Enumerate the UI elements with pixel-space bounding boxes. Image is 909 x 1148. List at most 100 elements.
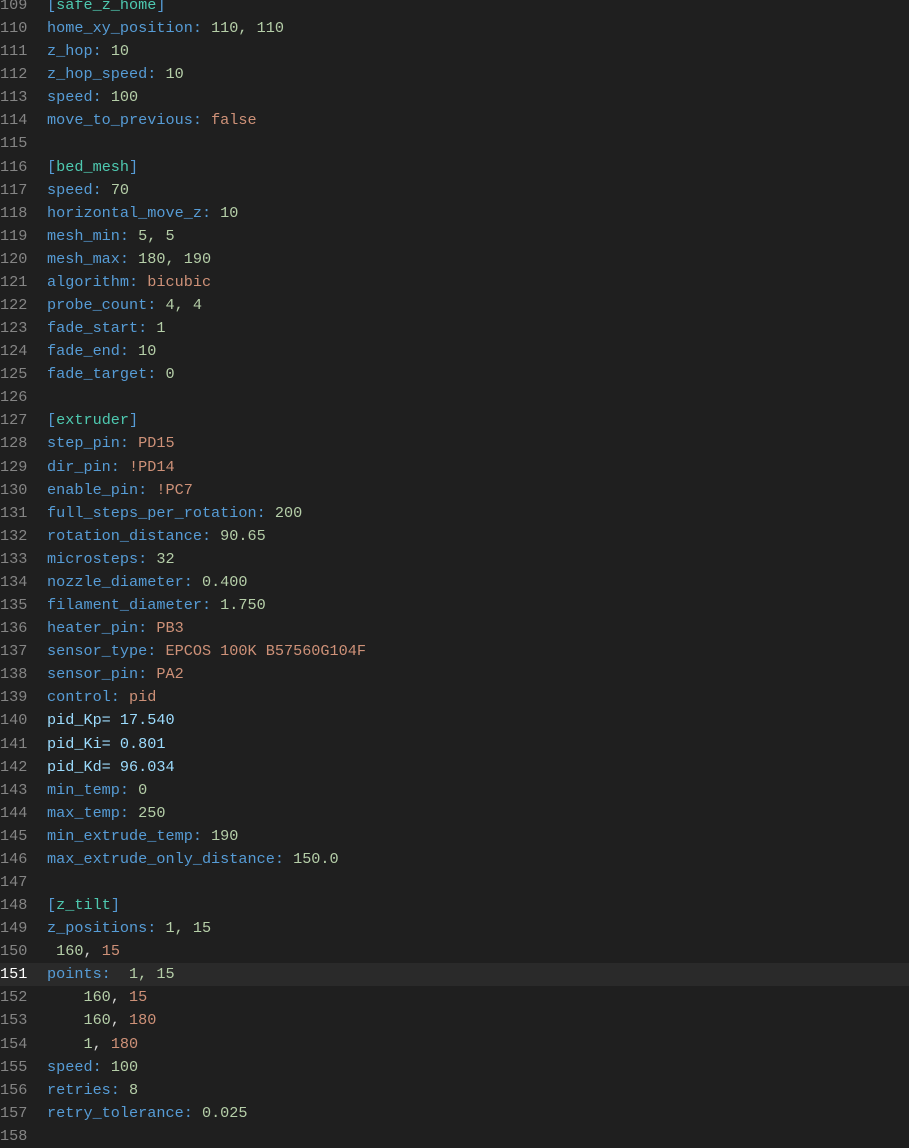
- code-line[interactable]: 124 fade_end: 10: [0, 340, 909, 363]
- code-line[interactable]: 115: [0, 132, 909, 155]
- code-token: ,: [110, 988, 130, 1007]
- code-line[interactable]: 136 heater_pin: PB3: [0, 617, 909, 640]
- code-line[interactable]: 148 [z_tilt]: [0, 894, 909, 917]
- code-line[interactable]: 149 z_positions: 1, 15: [0, 917, 909, 940]
- code-line[interactable]: 152 160, 15: [0, 986, 909, 1009]
- code-line[interactable]: 121 algorithm: bicubic: [0, 271, 909, 294]
- line-code: probe_count: 4, 4: [47, 294, 202, 317]
- code-token: pid: [129, 688, 157, 707]
- code-line[interactable]: 130 enable_pin: !PC7: [0, 479, 909, 502]
- line-code: full_steps_per_rotation: 200: [47, 502, 302, 525]
- line-code: 160, 180: [47, 1009, 156, 1032]
- code-line[interactable]: 109 [safe_z_home]: [0, 0, 909, 17]
- code-token: mesh_max:: [47, 249, 139, 268]
- code-line[interactable]: 146 max_extrude_only_distance: 150.0: [0, 848, 909, 871]
- line-number: 116: [0, 157, 28, 176]
- code-line[interactable]: 158: [0, 1125, 909, 1148]
- code-line[interactable]: 119 mesh_min: 5, 5: [0, 225, 909, 248]
- code-token: 15: [129, 988, 148, 1007]
- code-line[interactable]: 117 speed: 70: [0, 179, 909, 202]
- line-code: [bed_mesh]: [47, 156, 138, 179]
- code-line[interactable]: 122 probe_count: 4, 4: [0, 294, 909, 317]
- code-token: ]: [129, 411, 139, 430]
- code-line[interactable]: 139 control: pid: [0, 686, 909, 709]
- code-line[interactable]: 123 fade_start: 1: [0, 317, 909, 340]
- line-number: 133: [0, 549, 28, 568]
- line-number: 154: [0, 1034, 28, 1053]
- code-token: ]: [156, 0, 166, 14]
- code-token: [: [47, 0, 57, 14]
- line-code: pid_Kd= 96.034: [47, 756, 175, 779]
- line-code: z_hop_speed: 10: [47, 63, 184, 86]
- code-line[interactable]: 143 min_temp: 0: [0, 779, 909, 802]
- code-token: 160: [47, 988, 111, 1007]
- line-number: 135: [0, 596, 28, 615]
- code-line[interactable]: 111 z_hop: 10: [0, 40, 909, 63]
- code-line[interactable]: 127 [extruder]: [0, 409, 909, 432]
- code-line[interactable]: 134 nozzle_diameter: 0.400: [0, 571, 909, 594]
- code-line[interactable]: 153 160, 180: [0, 1009, 909, 1032]
- code-line[interactable]: 135 filament_diameter: 1.750: [0, 594, 909, 617]
- code-token: fade_end:: [47, 342, 139, 361]
- line-code: move_to_previous: false: [47, 109, 257, 132]
- code-token: 10: [110, 42, 130, 61]
- code-line[interactable]: 113 speed: 100: [0, 86, 909, 109]
- line-code: pid_Ki= 0.801: [47, 733, 165, 756]
- line-number: 155: [0, 1057, 28, 1076]
- code-token: 180: [110, 1034, 139, 1053]
- code-line[interactable]: 118 horizontal_move_z: 10: [0, 202, 909, 225]
- code-token: z_hop:: [47, 42, 111, 61]
- code-token: enable_pin:: [47, 480, 157, 499]
- line-number: 140: [0, 711, 28, 730]
- code-line[interactable]: 116 [bed_mesh]: [0, 156, 909, 179]
- line-number: 145: [0, 826, 28, 845]
- code-token: speed:: [47, 88, 111, 107]
- code-line[interactable]: 141 pid_Ki= 0.801: [0, 733, 909, 756]
- line-number: 143: [0, 780, 28, 799]
- code-line[interactable]: 155 speed: 100: [0, 1056, 909, 1079]
- code-token: 8: [129, 1080, 139, 1099]
- line-code: microsteps: 32: [47, 548, 175, 571]
- code-token: 10: [138, 342, 157, 361]
- line-code: 160, 15: [47, 940, 120, 963]
- code-line[interactable]: 126: [0, 386, 909, 409]
- code-line[interactable]: 144 max_temp: 250: [0, 802, 909, 825]
- code-line[interactable]: 110 home_xy_position: 110, 110: [0, 17, 909, 40]
- code-line[interactable]: 154 1, 180: [0, 1033, 909, 1056]
- code-token: ,: [110, 1011, 130, 1030]
- code-token: safe_z_home: [56, 0, 157, 14]
- code-token: 15: [101, 942, 120, 961]
- code-line[interactable]: 137 sensor_type: EPCOS 100K B57560G104F: [0, 640, 909, 663]
- code-line[interactable]: 114 move_to_previous: false: [0, 109, 909, 132]
- code-line[interactable]: 140 pid_Kp= 17.540: [0, 709, 909, 732]
- code-token: [: [47, 896, 57, 915]
- code-line[interactable]: 129 dir_pin: !PD14: [0, 456, 909, 479]
- code-line[interactable]: 145 min_extrude_temp: 190: [0, 825, 909, 848]
- code-editor[interactable]: 109 [safe_z_home] 110 home_xy_position: 110…: [0, 0, 909, 1148]
- code-line[interactable]: 138 sensor_pin: PA2: [0, 663, 909, 686]
- code-line[interactable]: 112 z_hop_speed: 10: [0, 63, 909, 86]
- code-line[interactable]: 157 retry_tolerance: 0.025: [0, 1102, 909, 1125]
- code-token: sensor_type:: [47, 642, 166, 661]
- code-token: 180: [129, 1011, 157, 1030]
- code-line[interactable]: 120 mesh_max: 180, 190: [0, 248, 909, 271]
- line-number: 112: [0, 65, 28, 84]
- code-line[interactable]: 133 microsteps: 32: [0, 548, 909, 571]
- line-number: 125: [0, 365, 28, 384]
- code-token: ,: [83, 942, 102, 961]
- line-code: z_hop: 10: [47, 40, 129, 63]
- line-code: 1, 180: [47, 1033, 138, 1056]
- code-token: filament_diameter:: [47, 596, 221, 615]
- code-line[interactable]: 156 retries: 8: [0, 1079, 909, 1102]
- code-line[interactable]: 150 160, 15: [0, 940, 909, 963]
- code-line[interactable]: 142 pid_Kd= 96.034: [0, 756, 909, 779]
- line-number: 129: [0, 457, 28, 476]
- code-line[interactable]: 125 fade_target: 0: [0, 363, 909, 386]
- code-line[interactable]: 147: [0, 871, 909, 894]
- code-line[interactable]: 151 points: 1, 15: [0, 963, 909, 987]
- code-line[interactable]: 132 rotation_distance: 90.65: [0, 525, 909, 548]
- line-number: 136: [0, 619, 28, 638]
- code-token: !PD14: [129, 457, 175, 476]
- code-line[interactable]: 131 full_steps_per_rotation: 200: [0, 502, 909, 525]
- code-line[interactable]: 128 step_pin: PD15: [0, 432, 909, 455]
